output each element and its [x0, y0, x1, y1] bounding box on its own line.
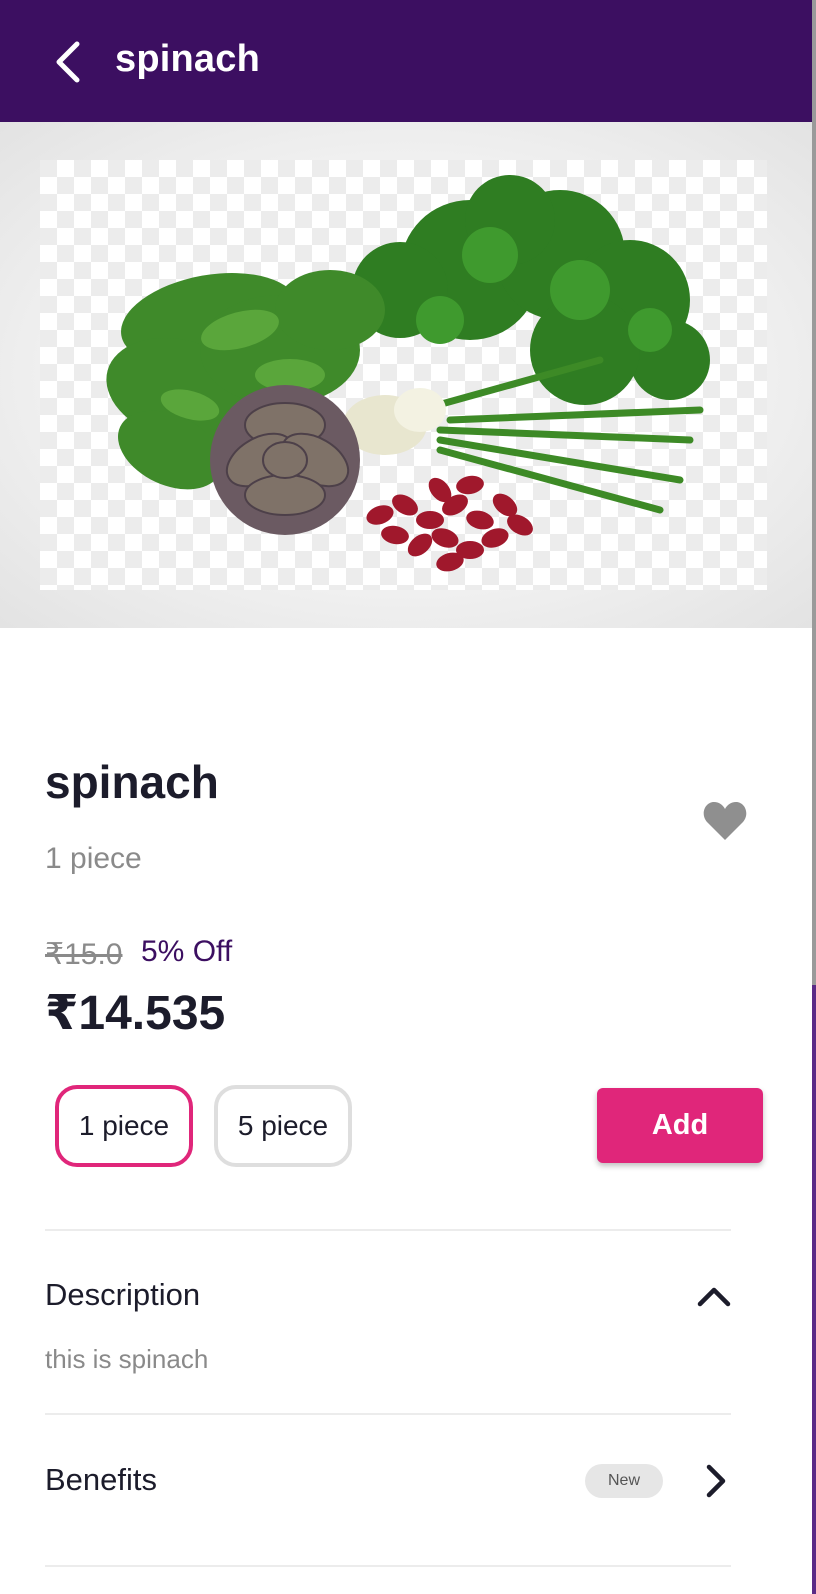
heart-icon [703, 802, 747, 840]
divider [45, 1413, 731, 1415]
window-edge [812, 0, 816, 985]
product-image-area [0, 122, 812, 628]
divider [45, 1229, 731, 1231]
arrow-left-icon [56, 41, 80, 83]
chevron-right-icon [706, 1464, 726, 1498]
add-to-cart-button[interactable]: Add [597, 1088, 763, 1163]
app-bar: spinach [0, 0, 812, 122]
variant-chip-5-piece[interactable]: 5 piece [214, 1085, 352, 1167]
description-text: this is spinach [45, 1344, 209, 1374]
divider [45, 1565, 731, 1567]
window-edge-accent [812, 985, 816, 1594]
product-unit: 1 piece [45, 842, 142, 875]
benefits-heading[interactable]: Benefits [45, 1462, 157, 1498]
variant-chip-1-piece[interactable]: 1 piece [55, 1085, 193, 1167]
favorite-button[interactable] [702, 800, 748, 842]
original-price: ₹15.0 [45, 938, 123, 971]
page-title: spinach [115, 38, 260, 80]
product-name: spinach [45, 756, 219, 808]
new-badge: New [585, 1464, 663, 1498]
back-button[interactable] [44, 36, 92, 88]
open-benefits-button[interactable] [695, 1461, 735, 1501]
chevron-up-icon [697, 1287, 731, 1307]
product-image [40, 160, 767, 590]
collapse-description-button[interactable] [694, 1276, 734, 1316]
current-price: ₹14.535 [45, 987, 226, 1040]
description-heading[interactable]: Description [45, 1277, 200, 1313]
discount-label: 5% Off [141, 935, 233, 968]
